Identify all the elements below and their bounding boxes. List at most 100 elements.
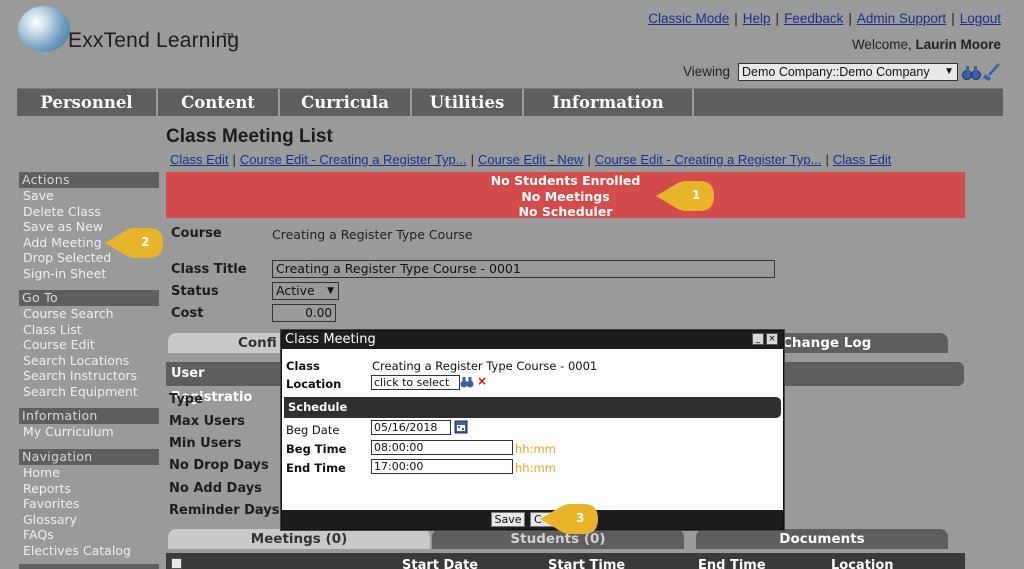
cost-label: Cost (171, 306, 204, 321)
end-time-label: End Time (286, 461, 346, 475)
nav-personnel[interactable]: Personnel (17, 89, 158, 117)
sidebar-goto: Go To Course Search Class List Course Ed… (19, 290, 159, 399)
beg-time-input[interactable]: 08:00:00 (371, 440, 513, 455)
sidebar-item-search-locations[interactable]: Search Locations (19, 353, 159, 369)
course-label: Course (171, 226, 222, 241)
dialog-class-value: Creating a Register Type Course - 0001 (372, 359, 598, 373)
nav-content[interactable]: Content (158, 89, 280, 117)
clear-x-icon[interactable]: × (477, 374, 487, 388)
sidebar-item-save[interactable]: Save (19, 188, 159, 204)
beg-date-label: Beg Date (286, 423, 340, 437)
col-start-date[interactable]: Start Date (402, 558, 478, 569)
dialog-footer: Save C (282, 510, 783, 529)
status-label: Status (171, 284, 219, 299)
sidebar-item-reports[interactable]: Reports (19, 481, 159, 497)
callout-1-number: 1 (692, 188, 701, 202)
tab-documents[interactable]: Documents (696, 529, 948, 549)
beg-date-input[interactable]: 05/16/2018 (371, 420, 451, 435)
cost-input[interactable]: 0.00 (272, 304, 336, 322)
col-end-time[interactable]: End Time (698, 558, 766, 569)
class-meeting-dialog: Class Meeting _ × Class Creating a Regis… (281, 330, 784, 530)
sidebar-item-search-instructors[interactable]: Search Instructors (19, 368, 159, 384)
sidebar-information-title: Information (19, 408, 159, 424)
select-all-checkbox[interactable] (171, 558, 182, 569)
sidebar-item-course-edit[interactable]: Course Edit (19, 337, 159, 353)
breadcrumb-class-edit[interactable]: Class Edit (170, 152, 229, 167)
dialog-title: Class Meeting (282, 331, 783, 349)
company-select-value: Demo Company::Demo Company (742, 65, 930, 79)
tab-meetings[interactable]: Meetings (0) (168, 529, 430, 549)
type-label: Type (169, 392, 203, 407)
breadcrumb-class-edit-2[interactable]: Class Edit (833, 152, 892, 167)
welcome-prefix: Welcome, (851, 37, 912, 52)
sidebar-item-delete-class[interactable]: Delete Class (19, 204, 159, 220)
class-title-label: Class Title (171, 262, 247, 277)
sidebar-navigation: Navigation Home Reports Favorites Glossa… (19, 449, 159, 558)
col-location[interactable]: Location (831, 558, 894, 569)
sidebar-item-glossary[interactable]: Glossary (19, 512, 159, 528)
company-select[interactable]: Demo Company::Demo Company ▼ (738, 63, 958, 81)
callout-2: 2 (105, 227, 165, 259)
logo-globe-icon (18, 6, 70, 52)
course-value: Creating a Register Type Course (272, 227, 473, 242)
clear-broom-icon (983, 63, 1000, 81)
classic-mode-link[interactable]: Classic Mode (648, 11, 729, 26)
breadcrumb: Class Edit | Course Edit - Creating a Regi… (170, 152, 892, 167)
alert-no-scheduler: No Scheduler (518, 204, 613, 219)
user-registration-header-right (782, 362, 964, 386)
sidebar-item-sign-in-sheet[interactable]: Sign-in Sheet (19, 266, 159, 282)
admin-support-link[interactable]: Admin Support (857, 11, 946, 26)
calendar-icon[interactable] (454, 420, 468, 434)
binoculars-icon[interactable] (961, 62, 1003, 82)
callout-1-marker (656, 181, 714, 211)
callout-3-marker (540, 504, 598, 534)
dialog-location-label: Location (286, 377, 342, 391)
sidebar-item-electives-catalog[interactable]: Electives Catalog (19, 543, 159, 559)
sidebar-goto-title: Go To (19, 290, 159, 306)
breadcrumb-course-edit-2[interactable]: Course Edit - Creating a Register Typ... (595, 152, 822, 167)
minimize-icon[interactable]: _ (752, 333, 764, 345)
close-icon[interactable]: × (766, 333, 778, 345)
sidebar-item-course-search[interactable]: Course Search (19, 306, 159, 322)
sidebar-item-home[interactable]: Home (19, 465, 159, 481)
alert-banner: No Students Enrolled No Meetings No Sche… (166, 172, 965, 219)
chevron-down-icon: ▼ (944, 66, 954, 77)
user-name: Laurin Moore (915, 37, 1001, 52)
reminder-days-label: Reminder Days (169, 503, 280, 518)
location-input[interactable]: click to select (371, 375, 460, 390)
feedback-link[interactable]: Feedback (784, 11, 843, 26)
status-select[interactable]: Active ▼ (272, 282, 339, 300)
col-start-time[interactable]: Start Time (548, 558, 625, 569)
binoculars-icon[interactable] (460, 375, 474, 389)
save-button[interactable]: Save (491, 512, 525, 527)
sidebar-item-my-curriculum[interactable]: My Curriculum (19, 424, 159, 440)
nav-information[interactable]: Information (524, 89, 694, 117)
sidebar-next-panel (19, 564, 159, 569)
sidebar-actions-title: Actions (19, 172, 159, 188)
no-drop-days-label: No Drop Days (169, 458, 269, 473)
nav-curricula[interactable]: Curricula (280, 89, 412, 117)
tab-change-log[interactable]: Change Log (776, 333, 948, 353)
callout-3: 3 (540, 503, 600, 535)
sidebar-navigation-title: Navigation (19, 449, 159, 465)
help-link[interactable]: Help (743, 11, 771, 26)
logout-link[interactable]: Logout (960, 11, 1001, 26)
schedule-header: Schedule (284, 397, 781, 418)
sidebar-item-faqs[interactable]: FAQs (19, 527, 159, 543)
end-time-input[interactable]: 17:00:00 (371, 459, 513, 474)
sidebar-item-class-list[interactable]: Class List (19, 322, 159, 338)
beg-time-label: Beg Time (286, 442, 347, 456)
nav-utilities[interactable]: Utilities (412, 89, 524, 117)
class-title-input[interactable]: Creating a Register Type Course - 0001 (272, 260, 775, 278)
tab-configuration[interactable]: Confi (168, 333, 288, 353)
dialog-class-label: Class (286, 359, 320, 373)
chevron-down-icon: ▼ (327, 286, 334, 296)
breadcrumb-course-edit-new[interactable]: Course Edit - New (478, 152, 583, 167)
min-users-label: Min Users (169, 436, 242, 451)
trademark-mark: TM (223, 32, 234, 40)
breadcrumb-course-edit-1[interactable]: Course Edit - Creating a Register Typ... (240, 152, 467, 167)
sidebar-item-favorites[interactable]: Favorites (19, 496, 159, 512)
welcome-text: Welcome, Laurin Moore (852, 37, 1001, 52)
sidebar-item-search-equipment[interactable]: Search Equipment (19, 384, 159, 400)
alert-no-students: No Students Enrolled (490, 173, 641, 188)
